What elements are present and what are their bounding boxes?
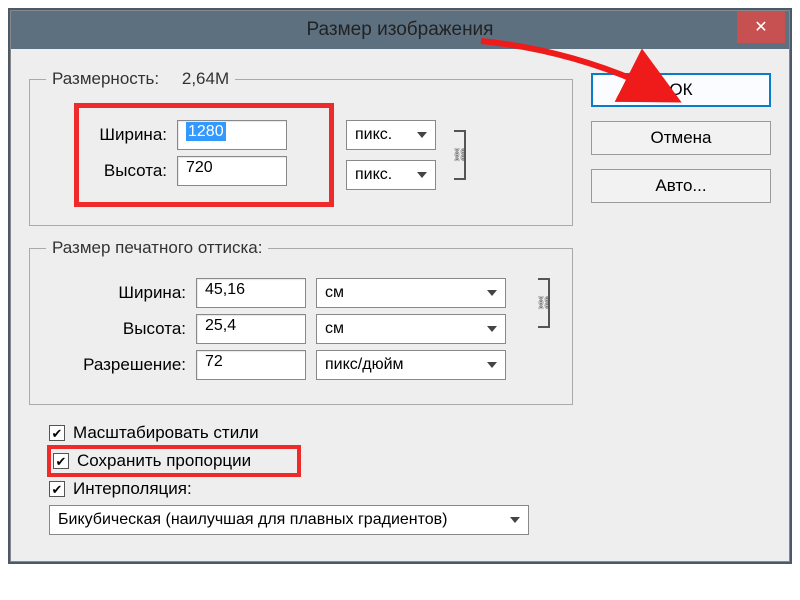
resample-method-select[interactable]: Бикубическая (наилучшая для плавных град… xyxy=(49,505,529,535)
auto-button[interactable]: Авто... xyxy=(591,169,771,203)
image-size-dialog: Размер изображения ✕ Размерность: 2,64M xyxy=(10,10,790,562)
scale-styles-checkbox[interactable]: ✔ Масштабировать стили xyxy=(49,423,565,443)
checkbox-checked-icon: ✔ xyxy=(49,481,65,497)
titlebar: Размер изображения ✕ xyxy=(11,11,789,49)
pixel-height-input[interactable]: 720 xyxy=(177,156,287,186)
print-width-input[interactable]: 45,16 xyxy=(196,278,306,308)
resample-label: Интерполяция: xyxy=(73,479,192,499)
resolution-label: Разрешение: xyxy=(46,355,186,375)
close-icon: ✕ xyxy=(754,17,767,37)
pixel-dimensions-group: Размерность: 2,64M Ширина: 1280 Высота: … xyxy=(29,69,573,226)
resample-checkbox[interactable]: ✔ Интерполяция: xyxy=(49,479,565,499)
checkbox-checked-icon: ✔ xyxy=(49,425,65,441)
pixel-width-unit-select[interactable]: пикс. xyxy=(346,120,436,150)
close-button[interactable]: ✕ xyxy=(737,11,785,43)
constrain-label: Сохранить пропорции xyxy=(77,451,251,471)
print-size-group: Размер печатного оттиска: Ширина: 45,16 … xyxy=(29,238,573,405)
dialog-title: Размер изображения xyxy=(11,19,789,41)
checkbox-checked-icon: ✔ xyxy=(53,453,69,469)
chain-icon: ⛓ xyxy=(452,147,469,163)
print-height-label: Высота: xyxy=(46,319,186,339)
print-height-input[interactable]: 25,4 xyxy=(196,314,306,344)
print-width-unit-select[interactable]: см xyxy=(316,278,506,308)
print-height-unit-select[interactable]: см xyxy=(316,314,506,344)
print-legend: Размер печатного оттиска: xyxy=(46,238,268,258)
resolution-input[interactable]: 72 xyxy=(196,350,306,380)
dim-size-text: 2,64M xyxy=(182,69,229,88)
pixel-height-label: Высота: xyxy=(87,161,167,181)
cancel-button[interactable]: Отмена xyxy=(591,121,771,155)
pixel-dimensions-legend: Размерность: 2,64M xyxy=(46,69,235,89)
resolution-unit-select[interactable]: пикс/дюйм xyxy=(316,350,506,380)
print-link-bracket: ⛓ xyxy=(532,278,556,328)
pixel-link-bracket: ⛓ xyxy=(448,130,472,180)
highlight-pixel-inputs: Ширина: 1280 Высота: 720 xyxy=(74,103,334,207)
dim-legend-text: Размерность: xyxy=(52,69,159,88)
pixel-height-unit-select[interactable]: пикс. xyxy=(346,160,436,190)
scale-styles-label: Масштабировать стили xyxy=(73,423,259,443)
pixel-width-label: Ширина: xyxy=(87,125,167,145)
constrain-proportions-checkbox[interactable]: ✔ Сохранить пропорции xyxy=(49,447,299,475)
chain-icon: ⛓ xyxy=(536,295,553,311)
print-width-label: Ширина: xyxy=(46,283,186,303)
ok-button[interactable]: ОК xyxy=(591,73,771,107)
pixel-width-input[interactable]: 1280 xyxy=(177,120,287,150)
